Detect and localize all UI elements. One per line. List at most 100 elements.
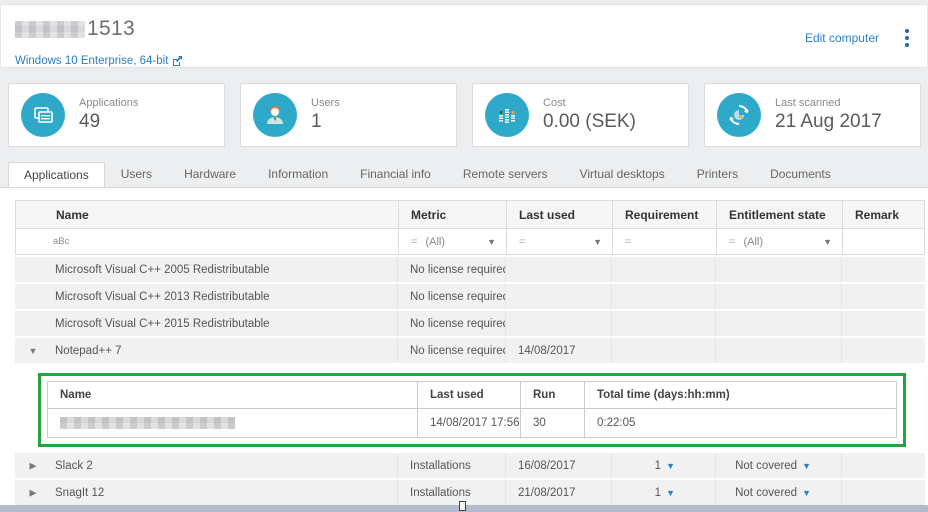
detail-run-cell: 30 [521, 409, 585, 437]
col-header-name[interactable]: Name [16, 201, 399, 228]
chevron-down-icon[interactable]: ▼ [593, 237, 602, 247]
metric-cell: No license required [398, 257, 506, 282]
detail-col-total-time: Total time (days:hh:mm) [585, 382, 896, 408]
card-users[interactable]: Users 1 [240, 83, 457, 147]
detail-col-name: Name [48, 382, 418, 408]
metric-cell: No license required [398, 284, 506, 309]
summary-cards: Applications 49 Users 1 [8, 83, 921, 147]
detail-col-last-used: Last used [418, 382, 521, 408]
row-detail-area: Name Last used Run Total time (days:hh:m… [15, 363, 925, 451]
tab-information[interactable]: Information [252, 161, 344, 188]
table-filter-row: aBc = (All) ▼ = ▼ = = (All) ▼ [15, 228, 925, 255]
filter-name-cell[interactable]: aBc [16, 229, 399, 254]
card-value: 0.00 (SEK) [543, 111, 636, 133]
chevron-down-icon[interactable]: ▼ [487, 237, 496, 247]
card-label: Applications [79, 97, 138, 109]
collapse-row-icon[interactable]: ▼ [28, 346, 38, 356]
tab-bar: Applications Users Hardware Information … [8, 163, 847, 188]
os-link[interactable]: Windows 10 Enterprise, 64-bit [15, 55, 182, 67]
remark-cell [842, 453, 925, 478]
card-cost[interactable]: Cost 0.00 (SEK) [472, 83, 689, 147]
expand-row-icon[interactable]: ▶ [28, 487, 38, 498]
tab-hardware[interactable]: Hardware [168, 161, 252, 188]
last-used-cell: 16/08/2017 [506, 453, 612, 478]
table-row[interactable]: Microsoft Visual C++ 2013 Redistributabl… [15, 284, 925, 309]
requirement-cell [612, 338, 716, 363]
col-header-entitlement-state[interactable]: Entitlement state [717, 201, 843, 228]
col-header-remark[interactable]: Remark [843, 201, 924, 228]
edit-computer-link[interactable]: Edit computer [805, 31, 879, 45]
applications-icon [21, 93, 65, 137]
table-row[interactable]: Microsoft Visual C++ 2015 Redistributabl… [15, 311, 925, 336]
last-used-cell [506, 311, 612, 336]
kebab-dot [905, 43, 909, 47]
metric-cell: Installations [398, 453, 506, 478]
kebab-menu-icon[interactable] [901, 27, 913, 49]
tab-applications[interactable]: Applications [8, 162, 105, 189]
metric-cell: No license required [398, 338, 506, 363]
user-icon [253, 93, 297, 137]
tab-remote-servers[interactable]: Remote servers [447, 161, 564, 188]
table-row[interactable]: ▶ SnagIt 12 Installations 21/08/2017 1 ▼… [15, 480, 925, 505]
mouse-cursor [459, 501, 466, 511]
last-used-cell: 21/08/2017 [506, 480, 612, 505]
text-filter-icon[interactable]: aBc [53, 236, 69, 247]
card-label: Last scanned [775, 97, 882, 109]
filter-operator-icon[interactable]: = [411, 236, 417, 248]
remark-cell [842, 257, 925, 282]
filter-entitlement-cell[interactable]: = (All) ▼ [717, 229, 843, 254]
table-row[interactable]: ▶ Slack 2 Installations 16/08/2017 1 ▼ N… [15, 453, 925, 478]
detail-last-used-cell: 14/08/2017 17:56:03 [418, 409, 521, 437]
card-last-scanned[interactable]: Last scanned 21 Aug 2017 [704, 83, 921, 147]
app-name-cell: Microsoft Visual C++ 2015 Redistributabl… [15, 311, 398, 336]
filter-operator-icon[interactable]: = [729, 236, 735, 248]
entitlement-cell[interactable]: Not covered ▼ [716, 453, 842, 478]
filter-metric-cell[interactable]: = (All) ▼ [399, 229, 507, 254]
chevron-down-icon[interactable]: ▼ [666, 461, 675, 471]
chevron-down-icon[interactable]: ▼ [802, 488, 811, 498]
computer-name-suffix: 1513 [87, 17, 135, 41]
redacted-user-name [60, 417, 235, 429]
table-row[interactable]: Microsoft Visual C++ 2005 Redistributabl… [15, 257, 925, 282]
entitlement-cell[interactable]: Not covered ▼ [716, 480, 842, 505]
tab-users[interactable]: Users [105, 161, 168, 188]
chevron-down-icon[interactable]: ▼ [823, 237, 832, 247]
detail-name-cell [48, 409, 418, 437]
col-header-requirement[interactable]: Requirement [613, 201, 717, 228]
filter-requirement-cell[interactable]: = [613, 229, 717, 254]
tab-virtual-desktops[interactable]: Virtual desktops [564, 161, 681, 188]
cost-bars-icon [485, 93, 529, 137]
filter-last-used-cell[interactable]: = ▼ [507, 229, 613, 254]
requirement-cell[interactable]: 1 ▼ [612, 480, 716, 505]
col-header-last-used[interactable]: Last used [507, 201, 613, 228]
remark-cell [842, 284, 925, 309]
highlight-annotation: Name Last used Run Total time (days:hh:m… [38, 373, 906, 447]
requirement-value: 1 [655, 460, 661, 472]
filter-operator-icon[interactable]: = [519, 236, 525, 248]
os-link-label: Windows 10 Enterprise, 64-bit [15, 55, 168, 67]
tab-printers[interactable]: Printers [681, 161, 754, 188]
chevron-down-icon[interactable]: ▼ [802, 461, 811, 471]
col-header-metric[interactable]: Metric [399, 201, 507, 228]
entitlement-value: Not covered [735, 487, 797, 499]
tab-financial-info[interactable]: Financial info [344, 161, 447, 188]
expand-row-icon[interactable]: ▶ [28, 460, 38, 471]
card-value: 49 [79, 111, 138, 133]
card-label: Cost [543, 97, 636, 109]
app-name-cell: ▼ Notepad++ 7 [15, 338, 398, 363]
tab-documents[interactable]: Documents [754, 161, 847, 188]
chevron-down-icon[interactable]: ▼ [666, 488, 675, 498]
detail-total-time-cell: 0:22:05 [585, 409, 896, 437]
page-header: 1513 Edit computer Windows 10 Enterprise… [0, 4, 928, 68]
sync-scan-icon [717, 93, 761, 137]
detail-data-row[interactable]: 14/08/2017 17:56:03 30 0:22:05 [48, 409, 896, 437]
card-applications[interactable]: Applications 49 [8, 83, 225, 147]
filter-remark-cell[interactable] [843, 229, 924, 254]
last-used-cell [506, 257, 612, 282]
requirement-cell[interactable]: 1 ▼ [612, 453, 716, 478]
entitlement-cell [716, 257, 842, 282]
requirement-cell [612, 257, 716, 282]
remark-cell [842, 311, 925, 336]
table-row-expanded[interactable]: ▼ Notepad++ 7 No license required 14/08/… [15, 338, 925, 363]
filter-operator-icon[interactable]: = [625, 236, 631, 248]
